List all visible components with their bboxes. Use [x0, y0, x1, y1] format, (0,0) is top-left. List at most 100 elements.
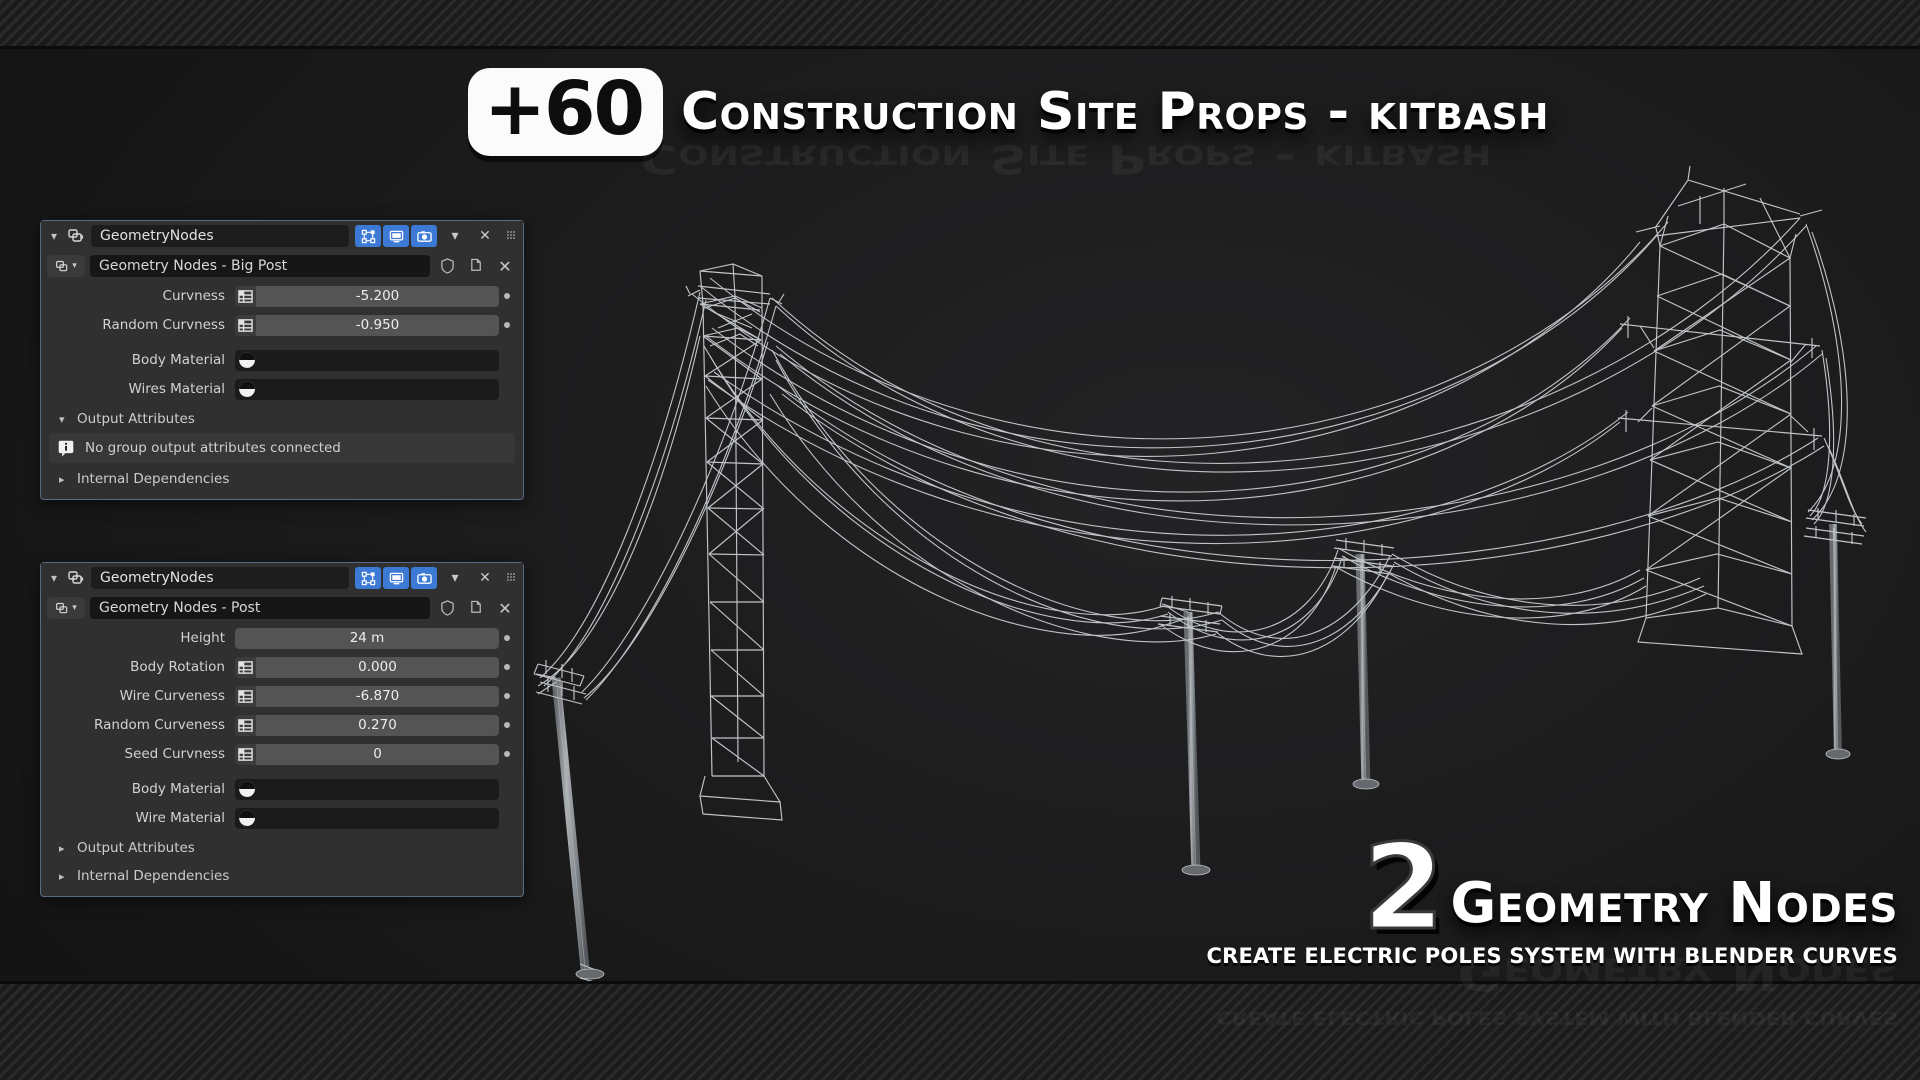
modifier-name-field[interactable]: GeometryNodes: [91, 225, 349, 247]
property-value[interactable]: 0.000: [256, 656, 499, 678]
edit-mode-display-toggle[interactable]: [355, 567, 381, 589]
property-widget: -6.870: [235, 685, 499, 707]
property-widget: -0.950: [235, 314, 499, 336]
panel-bottom-padding: [41, 890, 523, 896]
node-group-name-field[interactable]: Geometry Nodes - Big Post: [90, 255, 430, 277]
property-widget: [235, 349, 499, 371]
promo-headline: +60 Construction Site Props - kitbash: [468, 68, 1549, 156]
material-field[interactable]: [235, 378, 499, 400]
property-row: Wires Material: [49, 376, 515, 402]
animate-property-dot[interactable]: [499, 635, 515, 641]
property-widget: [235, 807, 499, 829]
panel-bottom-padding: [41, 493, 523, 499]
utility-pole-1: [533, 660, 605, 984]
extras-chevron-down-icon[interactable]: ▾: [443, 567, 467, 589]
shield-icon[interactable]: [435, 597, 459, 619]
property-row: Seed Curvness 0: [49, 741, 515, 767]
close-icon[interactable]: ✕: [493, 597, 517, 619]
spreadsheet-icon[interactable]: [235, 685, 256, 707]
expand-chevron-icon[interactable]: ▾: [47, 229, 61, 243]
section-label: Output Attributes: [77, 840, 195, 856]
property-label: Height: [180, 630, 225, 646]
callout-row: 2 Geometry Nodes: [1207, 818, 1899, 957]
material-field[interactable]: [235, 778, 499, 800]
property-value[interactable]: -5.200: [256, 285, 499, 307]
grip-icon[interactable]: [503, 225, 519, 247]
grip-icon[interactable]: [503, 567, 519, 589]
property-value[interactable]: 0: [256, 743, 499, 765]
top-striped-band: [0, 0, 1920, 46]
property-row: Wire Curveness -6.870: [49, 683, 515, 709]
geometry-nodes-icon: [67, 569, 85, 587]
close-icon[interactable]: ✕: [493, 255, 517, 277]
section-label: Internal Dependencies: [77, 868, 230, 884]
property-label: Body Material: [131, 781, 225, 797]
property-widget: [235, 378, 499, 400]
chevron-down-icon: ▾: [59, 412, 65, 426]
material-field[interactable]: [235, 349, 499, 371]
spreadsheet-icon[interactable]: [235, 714, 256, 736]
animate-property-dot[interactable]: [499, 722, 515, 728]
node-group-browse-button[interactable]: ▾: [47, 255, 85, 277]
property-value[interactable]: -6.870: [256, 685, 499, 707]
realtime-display-toggle[interactable]: [383, 225, 409, 247]
animate-property-dot[interactable]: [499, 751, 515, 757]
property-row: Body Material: [49, 776, 515, 802]
material-field[interactable]: [235, 807, 499, 829]
render-display-toggle[interactable]: [411, 567, 437, 589]
spreadsheet-icon[interactable]: [235, 743, 256, 765]
property-label: Random Curvness: [102, 317, 225, 333]
shield-icon[interactable]: [435, 255, 459, 277]
edit-mode-display-toggle[interactable]: [355, 225, 381, 247]
info-icon: [58, 440, 74, 457]
property-value[interactable]: 24 m: [235, 627, 499, 649]
node-group-name-field[interactable]: Geometry Nodes - Post: [90, 597, 430, 619]
extras-chevron-down-icon[interactable]: ▾: [443, 225, 467, 247]
property-label: Curvness: [162, 288, 225, 304]
geometry-nodes-icon: [67, 227, 85, 245]
animate-property-dot[interactable]: [499, 693, 515, 699]
close-icon[interactable]: ✕: [473, 225, 497, 247]
property-row: Height 24 m: [49, 625, 515, 651]
property-value[interactable]: -0.950: [256, 314, 499, 336]
property-label: Wire Curveness: [119, 688, 225, 704]
material-icon: [239, 381, 255, 397]
callout-number: 2: [1361, 818, 1446, 957]
render-display-toggle[interactable]: [411, 225, 437, 247]
modifier-header: ▾ GeometryNodes ▾ ✕: [41, 221, 523, 251]
close-icon[interactable]: ✕: [473, 567, 497, 589]
property-label: Body Rotation: [130, 659, 225, 675]
properties-list: Curvness -5.200 Random Curvness -0.950 B…: [41, 283, 523, 402]
animate-property-dot[interactable]: [499, 293, 515, 299]
section-output-attributes[interactable]: ▾ Output Attributes: [41, 405, 523, 433]
spreadsheet-icon[interactable]: [235, 285, 256, 307]
section-internal-dependencies[interactable]: ▸ Internal Dependencies: [41, 465, 523, 493]
utility-pole-3: [1331, 538, 1395, 790]
spreadsheet-icon[interactable]: [235, 656, 256, 678]
realtime-display-toggle[interactable]: [383, 567, 409, 589]
section-output-attributes[interactable]: ▸ Output Attributes: [41, 834, 523, 862]
animate-property-dot[interactable]: [499, 322, 515, 328]
material-icon: [239, 781, 255, 797]
utility-pole-4: [1803, 508, 1867, 760]
duplicate-icon[interactable]: [464, 255, 488, 277]
info-message-row: No group output attributes connected: [49, 433, 515, 463]
animate-property-dot[interactable]: [499, 664, 515, 670]
expand-chevron-icon[interactable]: ▾: [47, 571, 61, 585]
node-group-browse-button[interactable]: ▾: [47, 597, 85, 619]
chevron-right-icon: ▸: [59, 869, 65, 883]
duplicate-icon[interactable]: [464, 597, 488, 619]
property-value[interactable]: 0.270: [256, 714, 499, 736]
material-icon: [239, 810, 255, 826]
modifier-name-field[interactable]: GeometryNodes: [91, 567, 349, 589]
property-widget: [235, 778, 499, 800]
properties-list: Height 24 m Body Rotation 0.000 Wire Cur…: [41, 625, 523, 831]
modifier-name-text: GeometryNodes: [100, 570, 214, 586]
property-label: Wires Material: [128, 381, 225, 397]
section-internal-dependencies[interactable]: ▸ Internal Dependencies: [41, 862, 523, 890]
spreadsheet-icon[interactable]: [235, 314, 256, 336]
property-widget: 0.000: [235, 656, 499, 678]
property-label: Wire Material: [135, 810, 226, 826]
node-group-row: ▾ Geometry Nodes - Big Post ✕: [47, 252, 517, 280]
callout-subtitle: CREATE ELECTRIC POLES SYSTEM WITH BLENDE…: [1206, 944, 1898, 968]
